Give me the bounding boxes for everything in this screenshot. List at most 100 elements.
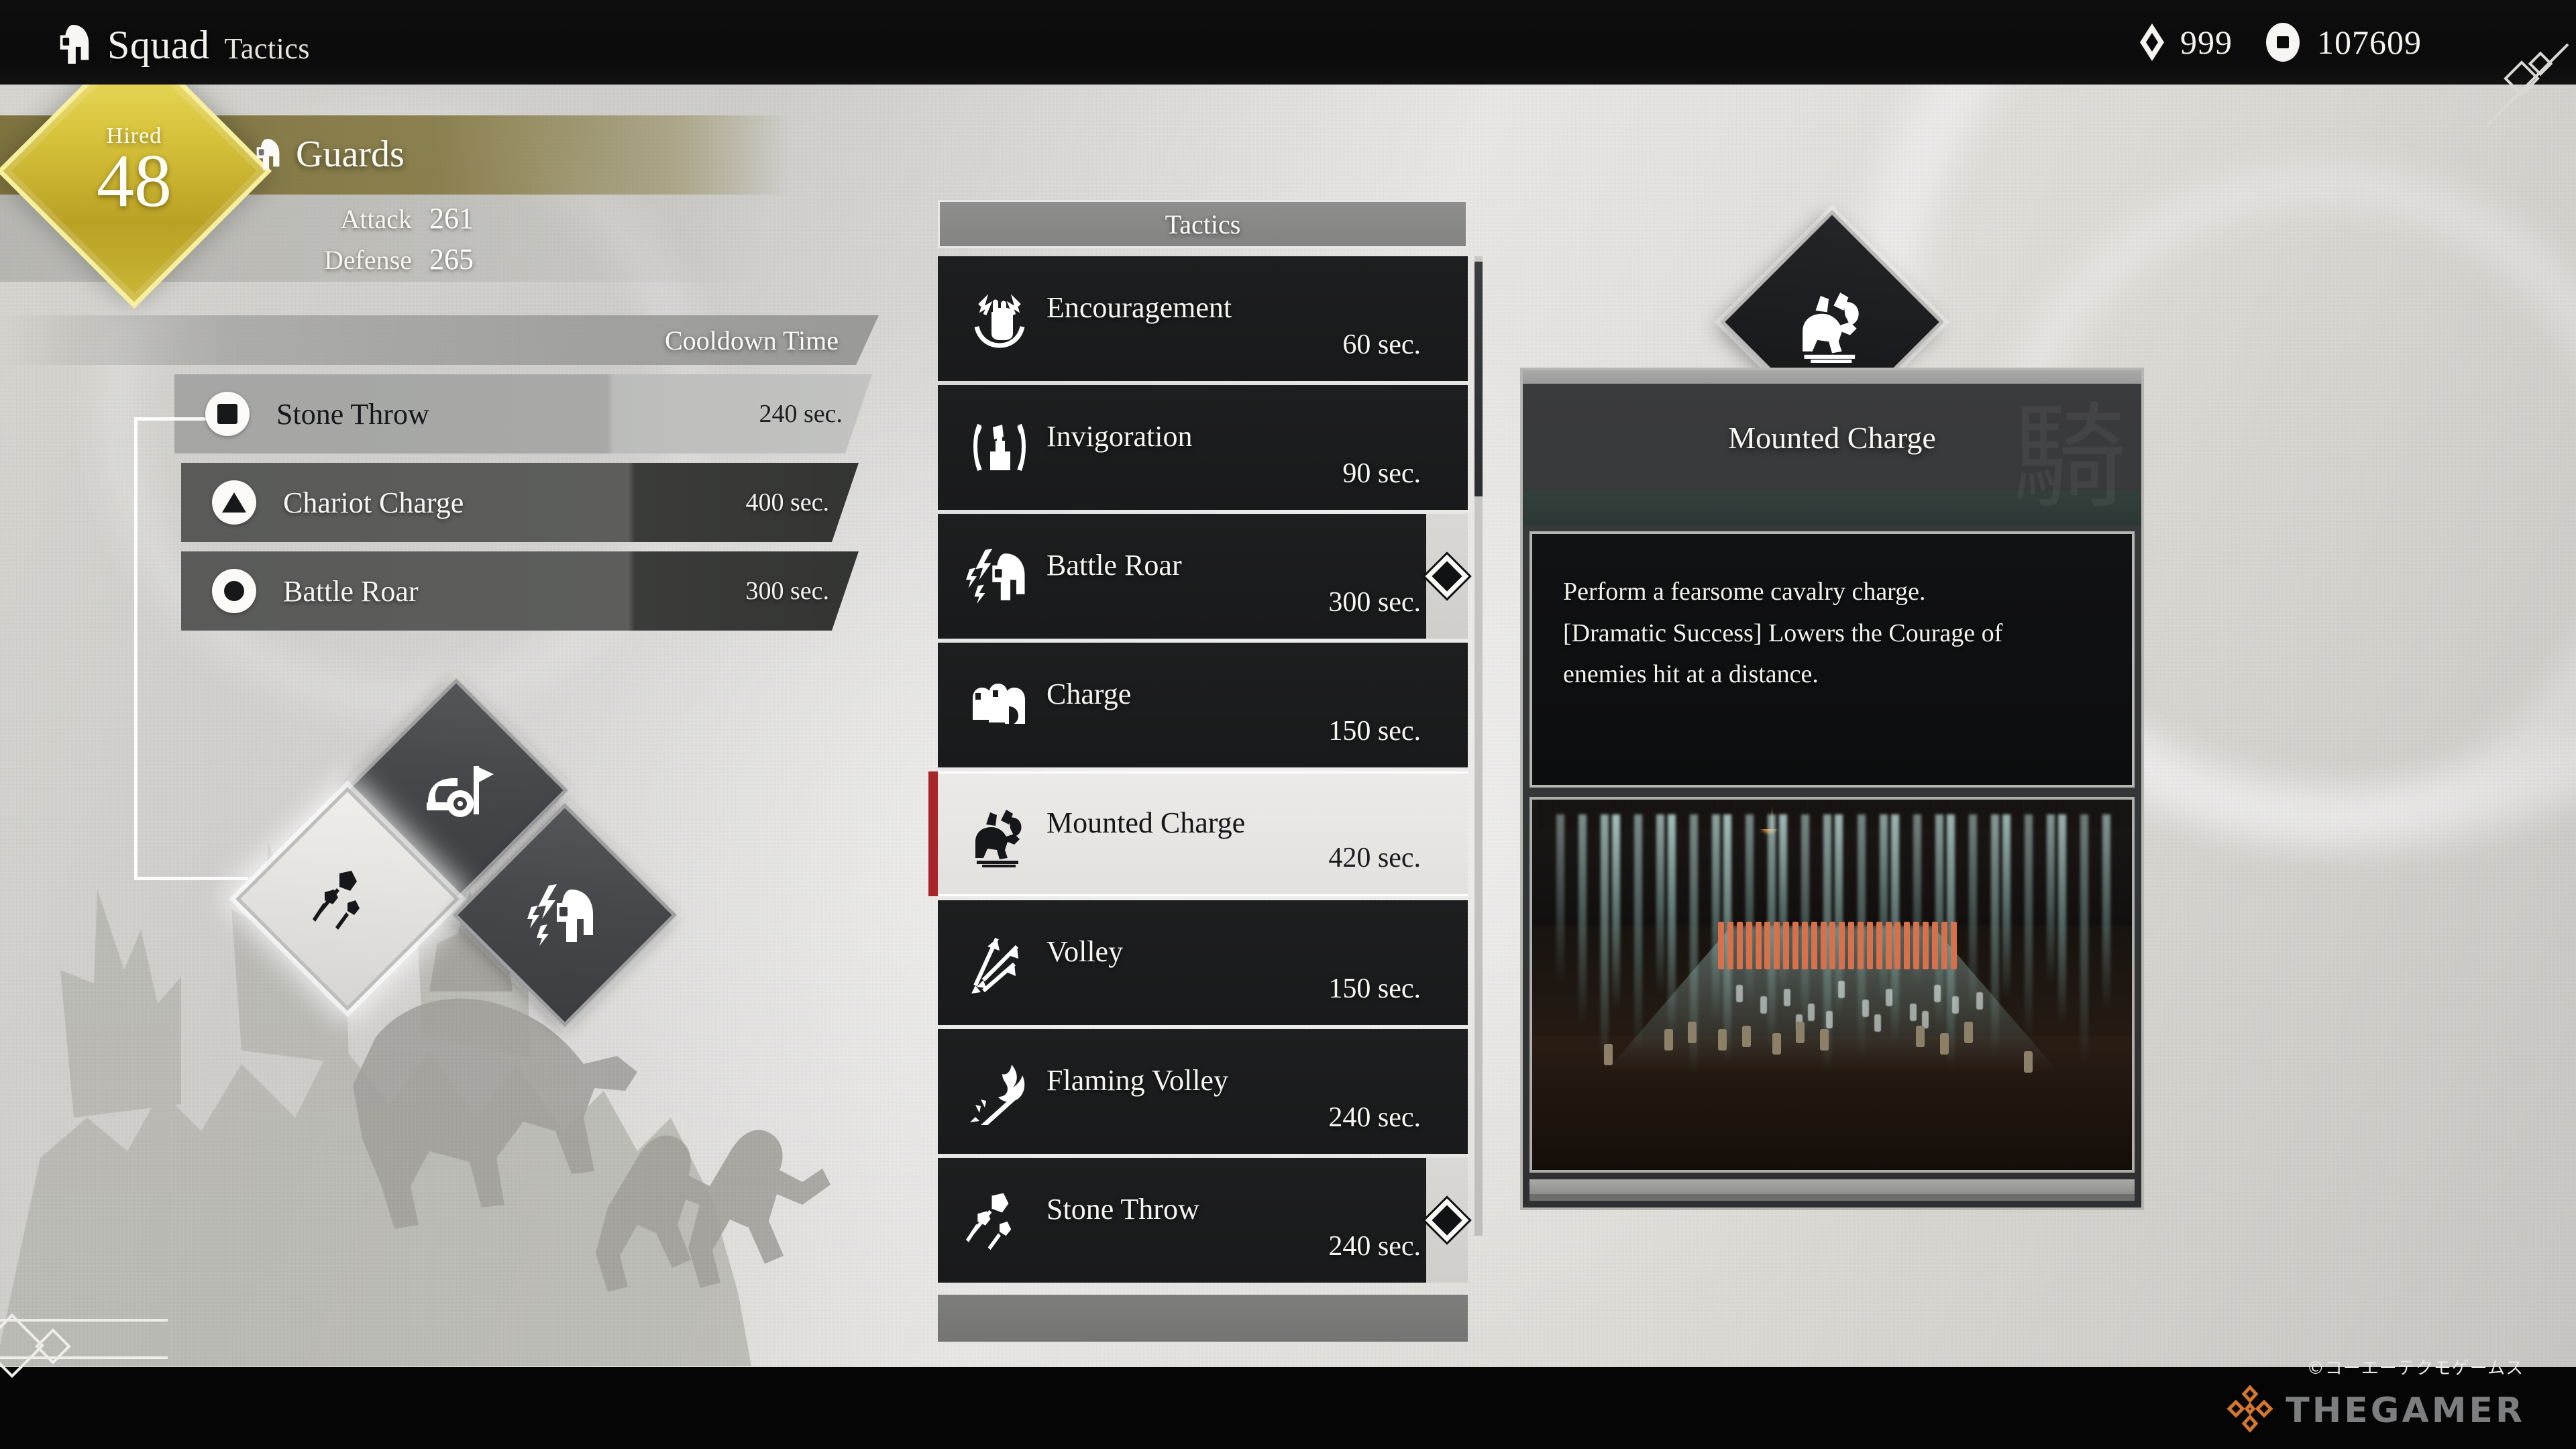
tactic-time: 60 sec. [1342, 329, 1421, 360]
tactic-time: 150 sec. [1328, 973, 1421, 1004]
coin-count: 107609 [2317, 23, 2422, 61]
gem-count: 999 [2180, 23, 2233, 61]
detail-top-bar [1523, 370, 2141, 384]
brand-watermark: THEGAMER [2226, 1385, 2525, 1437]
flaming-arrow-icon [965, 1057, 1034, 1126]
tactic-row-volley[interactable]: Volley 150 sec. [938, 900, 1468, 1025]
cooldown-row-label: Chariot Charge [283, 486, 464, 519]
page-title: Squad [107, 22, 210, 67]
tactic-time: 240 sec. [1328, 1102, 1421, 1133]
squad-name: Guards [296, 133, 405, 175]
tactic-name: Invigoration [1046, 419, 1193, 453]
cooldown-row-battle-roar[interactable]: Battle Roar 300 sec. [181, 551, 859, 631]
tactic-row-flaming-volley[interactable]: Flaming Volley 240 sec. [938, 1029, 1468, 1154]
slot-stone-throw-icon-wrap [268, 820, 427, 978]
helmet-icon [60, 24, 89, 64]
soldiers-icon [965, 670, 1034, 740]
copyright-text: ©コーエーテクモゲームス [2306, 1358, 2524, 1379]
tactic-time: 90 sec. [1342, 458, 1421, 489]
tactic-time: 240 sec. [1328, 1231, 1421, 1262]
equipped-diamond-icon [1425, 1198, 1469, 1242]
description-line: [Dramatic Success] Lowers the Courage of [1563, 619, 2003, 647]
detail-title: Mounted Charge [1728, 420, 1936, 455]
cooldown-header-label: Cooldown Time [665, 325, 839, 356]
battle-roar-icon [965, 541, 1034, 611]
tactics-list: Encouragement 60 sec. Invigoration 90 se… [928, 256, 1469, 1283]
description-line: Perform a fearsome cavalry charge. [1563, 578, 1926, 606]
stat-value: 265 [429, 243, 474, 276]
game-screen: Squad Tactics 999 107609 Hired 48 Guards… [0, 0, 2576, 1449]
cooldown-panel: Cooldown Time Stone Throw 240 sec. Chari… [0, 315, 939, 631]
tactic-time: 420 sec. [1328, 843, 1421, 873]
tactic-row-stone-throw[interactable]: Stone Throw 240 sec. [938, 1158, 1469, 1283]
detail-accent-bar [1523, 491, 2141, 526]
equipped-slot-cluster [228, 678, 711, 1087]
tactics-scrollbar-thumb[interactable] [1474, 262, 1483, 496]
cooldown-row-time: 240 sec. [759, 400, 843, 428]
tactics-panel: Tactics Encouragement 60 sec. Invigorati… [928, 200, 1483, 1342]
detail-card: 騎 Mounted Charge Perform a fearsome cava… [1520, 368, 2144, 1210]
currency-group: 999 107609 [2139, 21, 2576, 63]
stat-value: 261 [429, 202, 474, 235]
tactic-time: 300 sec. [1328, 587, 1421, 618]
gem-icon [2140, 23, 2164, 61]
hired-value: 48 [97, 140, 172, 223]
currency-coin: 107609 [2263, 21, 2422, 63]
tactic-name: Volley [1046, 934, 1124, 968]
header-bar: Squad Tactics 999 107609 [0, 0, 2576, 85]
tactic-row-battle-roar[interactable]: Battle Roar 300 sec. [938, 514, 1469, 639]
cavalry-icon [965, 799, 1034, 869]
detail-description: Perform a fearsome cavalry charge. [Dram… [1529, 531, 2135, 788]
tactic-row-encouragement[interactable]: Encouragement 60 sec. [938, 256, 1468, 381]
brand-name: THEGAMER [2286, 1391, 2525, 1431]
hired-badge-content: Hired 48 [37, 74, 231, 268]
cooldown-header: Cooldown Time [0, 315, 879, 365]
tactic-time: 150 sec. [1328, 716, 1421, 747]
battle-roar-icon [527, 884, 593, 946]
helmet-icon [256, 139, 280, 170]
circle-button-icon [212, 569, 256, 613]
detail-bottom-bar [1529, 1179, 2135, 1194]
detail-panel: 騎 Mounted Charge Perform a fearsome cava… [1520, 210, 2144, 1210]
stone-throw-icon [965, 1185, 1034, 1255]
tactic-name: Battle Roar [1046, 548, 1182, 582]
stone-throw-icon [313, 871, 360, 930]
chariot-flag-icon [427, 766, 494, 817]
header-title-group: Squad Tactics [0, 17, 310, 68]
cooldown-row-stone-throw[interactable]: Stone Throw 240 sec. [174, 374, 872, 453]
tactics-footer-bar [938, 1295, 1468, 1342]
arrows-icon [965, 928, 1034, 998]
stat-row: Defense 265 [282, 242, 503, 276]
detail-preview-image [1529, 797, 2135, 1173]
square-button-icon [205, 392, 250, 436]
description-line: enemies hit at a distance. [1563, 660, 1819, 689]
tactic-name: Stone Throw [1046, 1192, 1199, 1226]
tactics-list-wrapper: Encouragement 60 sec. Invigoration 90 se… [928, 256, 1483, 1283]
tactics-scrollbar-track[interactable] [1474, 256, 1483, 1236]
tactic-row-invigoration[interactable]: Invigoration 90 sec. [938, 385, 1468, 510]
coin-icon [2266, 23, 2300, 62]
cooldown-row-label: Stone Throw [276, 397, 429, 431]
squad-stat-list: Attack 261 Defense 265 [282, 201, 503, 283]
stat-row: Attack 261 [282, 201, 503, 235]
squad-name-group: Guards [252, 133, 405, 176]
cooldown-row-label: Battle Roar [283, 574, 419, 608]
squad-summary: Hired 48 Guards Attack 261 Defense 265 [0, 33, 885, 309]
cooldown-row-time: 400 sec. [745, 488, 829, 517]
triangle-button-icon [212, 480, 256, 525]
fist-laurel-icon [965, 284, 1034, 354]
raised-arm-icon [965, 413, 1034, 482]
cooldown-row-chariot-charge[interactable]: Chariot Charge 400 sec. [181, 463, 859, 542]
cooldown-row-time: 300 sec. [745, 577, 829, 605]
letterbox-bottom [0, 1367, 2576, 1449]
tactic-name: Charge [1046, 677, 1132, 710]
slot-battle-roar-icon-wrap [486, 836, 644, 994]
detail-bottom-bar-2 [1529, 1194, 2135, 1201]
equipped-marker [1425, 514, 1469, 639]
tactic-row-charge[interactable]: Charge 150 sec. [938, 643, 1468, 767]
tactic-name: Flaming Volley [1046, 1063, 1228, 1097]
tactic-name: Encouragement [1046, 290, 1232, 324]
page-subtitle: Tactics [224, 32, 310, 65]
thegamer-logo-icon [2226, 1385, 2273, 1433]
tactic-row-mounted-charge[interactable]: Mounted Charge 420 sec. [928, 771, 1468, 896]
